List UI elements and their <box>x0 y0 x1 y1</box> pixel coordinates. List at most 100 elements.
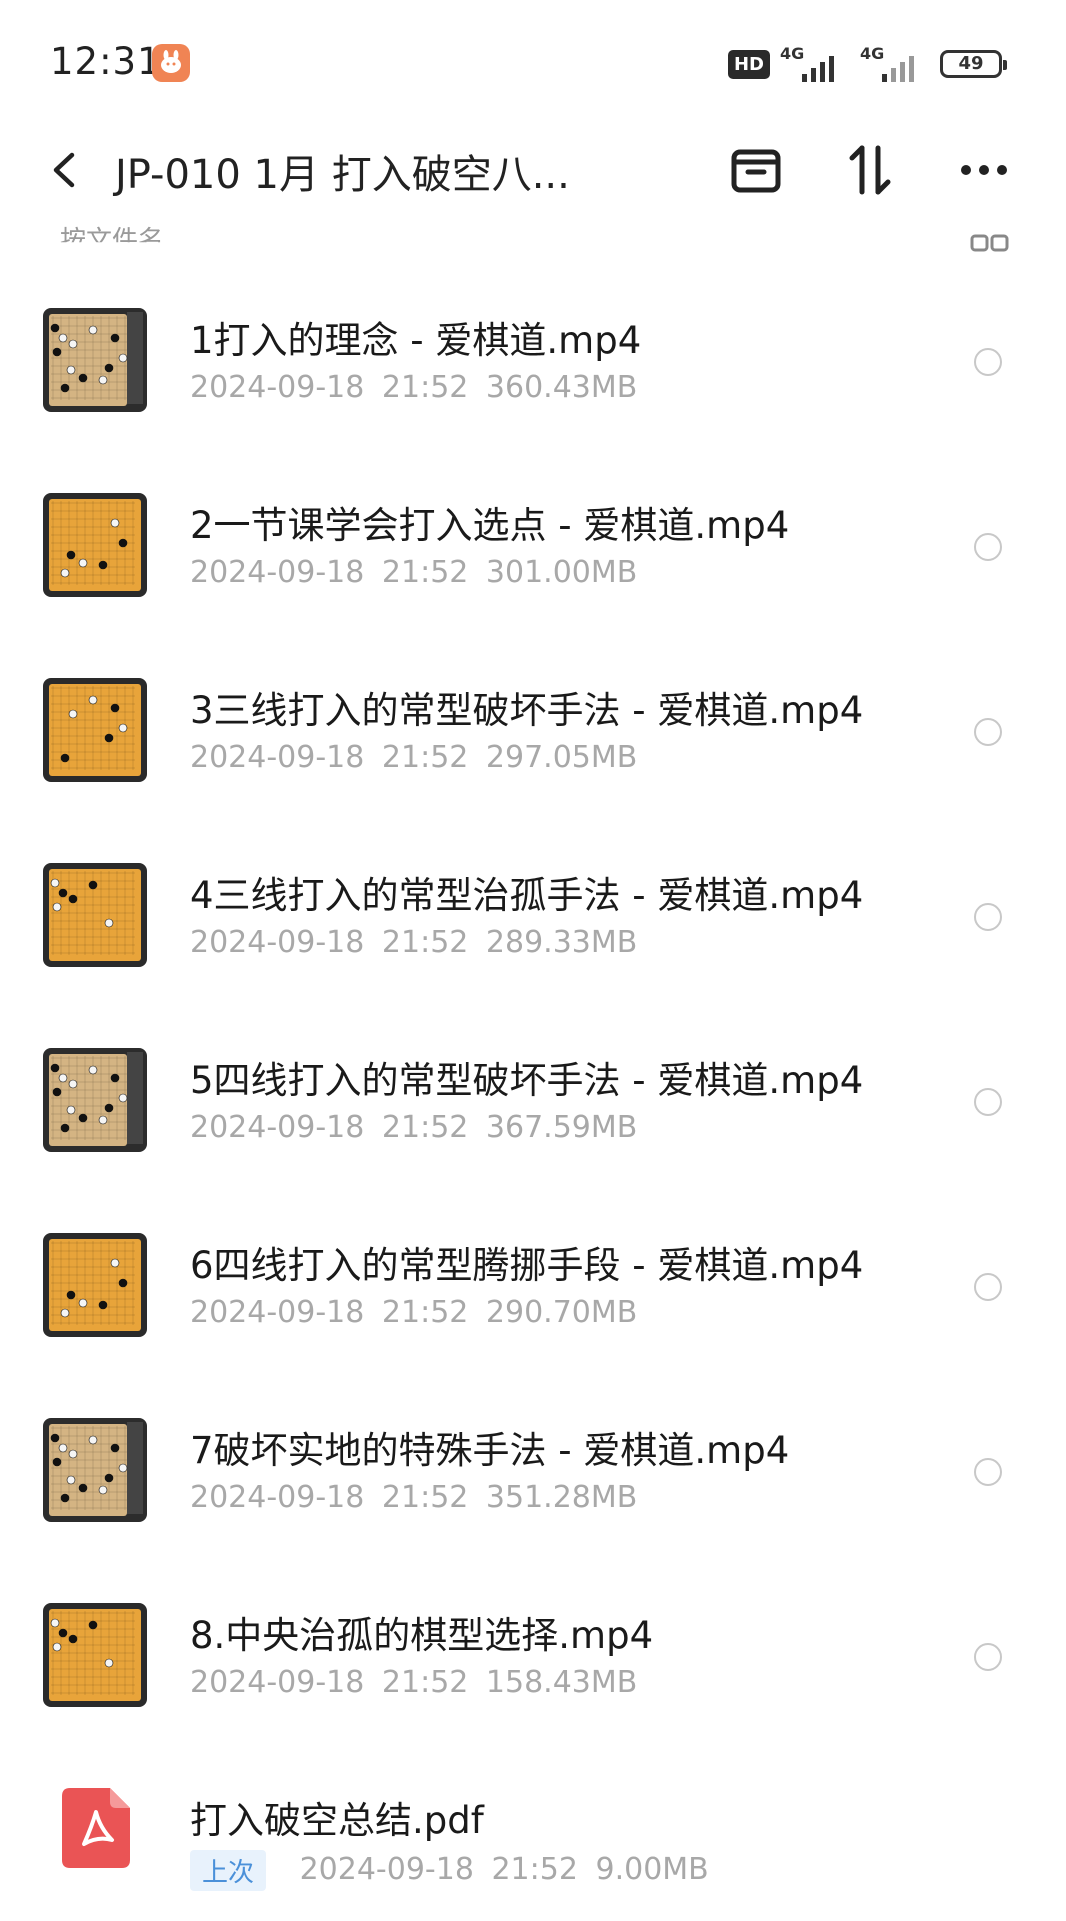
file-date: 2024-09-18 <box>190 925 365 960</box>
battery-icon: 49 <box>940 50 1007 78</box>
file-size: 351.28MB <box>485 1480 638 1515</box>
file-meta: 2024-09-18 21:52 367.59MB <box>190 1110 637 1145</box>
file-size: 290.70MB <box>485 1295 638 1330</box>
back-button[interactable] <box>40 145 90 195</box>
system-icons: HD 4G 4G 49 <box>727 44 1007 84</box>
select-checkbox[interactable] <box>974 1273 1002 1301</box>
file-size: 301.00MB <box>485 555 638 590</box>
file-time: 21:52 <box>381 1665 469 1700</box>
file-size: 9.00MB <box>595 1852 709 1887</box>
file-name: 2一节课学会打入选点 - 爱棋道.mp4 <box>190 504 790 547</box>
select-checkbox[interactable] <box>974 533 1002 561</box>
sort-label-text: 按文件名 <box>60 226 165 252</box>
file-date: 2024-09-18 <box>190 370 365 405</box>
sort-button[interactable] <box>838 138 902 202</box>
select-checkbox[interactable] <box>974 348 1002 376</box>
file-size: 360.43MB <box>485 370 638 405</box>
go-board-image <box>49 684 141 776</box>
top-app-bar: JP-010 1月 打入破空八... <box>0 120 1066 220</box>
archive-button[interactable] <box>724 138 788 202</box>
video-thumbnail <box>43 493 147 597</box>
file-date: 2024-09-18 <box>190 1480 365 1515</box>
file-date: 2024-09-18 <box>190 1295 365 1330</box>
file-name: 6四线打入的常型腾挪手段 - 爱棋道.mp4 <box>190 1244 864 1287</box>
file-size: 289.33MB <box>485 925 638 960</box>
chevron-left-icon <box>53 152 75 188</box>
grid-view-icon[interactable] <box>970 234 1010 252</box>
page-title: JP-010 1月 打入破空八... <box>115 152 570 198</box>
file-name: 8.中央治孤的棋型选择.mp4 <box>190 1614 654 1657</box>
select-checkbox[interactable] <box>974 1643 1002 1671</box>
video-thumbnail <box>43 1048 147 1152</box>
file-time: 21:52 <box>381 1110 469 1145</box>
file-date: 2024-09-18 <box>190 1110 365 1145</box>
file-time: 21:52 <box>381 1295 469 1330</box>
file-date: 2024-09-18 <box>190 555 365 590</box>
file-row[interactable]: 3三线打入的常型破坏手法 - 爱棋道.mp4 2024-09-18 21:52 … <box>0 640 1066 790</box>
hd-voice-icon: HD <box>727 49 770 79</box>
app-notification-icon <box>152 44 190 82</box>
file-meta: 2024-09-18 21:52 297.05MB <box>190 740 637 775</box>
go-board-image <box>49 312 143 406</box>
video-thumbnail <box>43 308 147 412</box>
file-time: 21:52 <box>381 740 469 775</box>
video-thumbnail <box>43 678 147 782</box>
file-row[interactable]: 5四线打入的常型破坏手法 - 爱棋道.mp4 2024-09-18 21:52 … <box>0 1010 1066 1160</box>
go-board-image <box>49 869 141 961</box>
sort-bar: 按文件名 ⌄ <box>0 218 1066 252</box>
file-row[interactable]: 2一节课学会打入选点 - 爱棋道.mp4 2024-09-18 21:52 30… <box>0 455 1066 605</box>
file-name: 打入破空总结.pdf <box>190 1799 484 1842</box>
file-meta: 2024-09-18 21:52 290.70MB <box>190 1295 637 1330</box>
file-time: 21:52 <box>381 1480 469 1515</box>
file-row[interactable]: 打入破空总结.pdf 上次 2024-09-18 21:52 9.00MB <box>0 1750 1066 1900</box>
go-board-image <box>49 1609 141 1701</box>
video-thumbnail <box>43 1233 147 1337</box>
file-name: 7破坏实地的特殊手法 - 爱棋道.mp4 <box>190 1429 790 1472</box>
go-board-image <box>49 1239 141 1331</box>
file-meta: 上次 2024-09-18 21:52 9.00MB <box>190 1850 709 1891</box>
file-size: 297.05MB <box>485 740 638 775</box>
video-thumbnail <box>43 1603 147 1707</box>
file-time: 21:52 <box>381 925 469 960</box>
file-meta: 2024-09-18 21:52 301.00MB <box>190 555 637 590</box>
file-meta: 2024-09-18 21:52 360.43MB <box>190 370 637 405</box>
select-checkbox[interactable] <box>974 903 1002 931</box>
sort-by-name-dropdown[interactable]: 按文件名 ⌄ <box>60 220 194 252</box>
file-meta: 2024-09-18 21:52 289.33MB <box>190 925 637 960</box>
archive-icon <box>731 149 781 193</box>
file-time: 21:52 <box>381 555 469 590</box>
pdf-file-icon <box>62 1788 130 1868</box>
more-dots-icon <box>961 165 1007 175</box>
file-size: 367.59MB <box>485 1110 638 1145</box>
file-meta: 2024-09-18 21:52 158.43MB <box>190 1665 637 1700</box>
file-time: 21:52 <box>491 1852 578 1887</box>
file-size: 158.43MB <box>485 1665 638 1700</box>
file-row[interactable]: 1打入的理念 - 爱棋道.mp4 2024-09-18 21:52 360.43… <box>0 270 1066 420</box>
file-row[interactable]: 7破坏实地的特殊手法 - 爱棋道.mp4 2024-09-18 21:52 35… <box>0 1380 1066 1530</box>
go-board-image <box>49 1052 143 1146</box>
file-name: 4三线打入的常型治孤手法 - 爱棋道.mp4 <box>190 874 864 917</box>
file-name: 3三线打入的常型破坏手法 - 爱棋道.mp4 <box>190 689 864 732</box>
sort-arrows-icon <box>849 145 891 195</box>
file-date: 2024-09-18 <box>299 1852 474 1887</box>
status-bar: 12:31 HD 4G 4G 49 <box>0 0 1066 120</box>
video-thumbnail <box>43 1418 147 1522</box>
file-time: 21:52 <box>381 370 469 405</box>
more-options-button[interactable] <box>952 138 1016 202</box>
file-row[interactable]: 4三线打入的常型治孤手法 - 爱棋道.mp4 2024-09-18 21:52 … <box>0 825 1066 975</box>
go-board-image <box>49 1422 143 1516</box>
select-checkbox[interactable] <box>974 1458 1002 1486</box>
select-checkbox[interactable] <box>974 1088 1002 1116</box>
file-date: 2024-09-18 <box>190 740 365 775</box>
file-name: 1打入的理念 - 爱棋道.mp4 <box>190 319 642 362</box>
select-checkbox[interactable] <box>974 718 1002 746</box>
file-meta: 2024-09-18 21:52 351.28MB <box>190 1480 637 1515</box>
file-row[interactable]: 8.中央治孤的棋型选择.mp4 2024-09-18 21:52 158.43M… <box>0 1565 1066 1715</box>
file-date: 2024-09-18 <box>190 1665 365 1700</box>
signal-icon: 4G <box>780 44 850 82</box>
signal-icon: 4G <box>860 44 930 82</box>
file-name: 5四线打入的常型破坏手法 - 爱棋道.mp4 <box>190 1059 864 1102</box>
status-time: 12:31 <box>50 40 162 83</box>
go-board-image <box>49 499 141 591</box>
file-row[interactable]: 6四线打入的常型腾挪手段 - 爱棋道.mp4 2024-09-18 21:52 … <box>0 1195 1066 1345</box>
